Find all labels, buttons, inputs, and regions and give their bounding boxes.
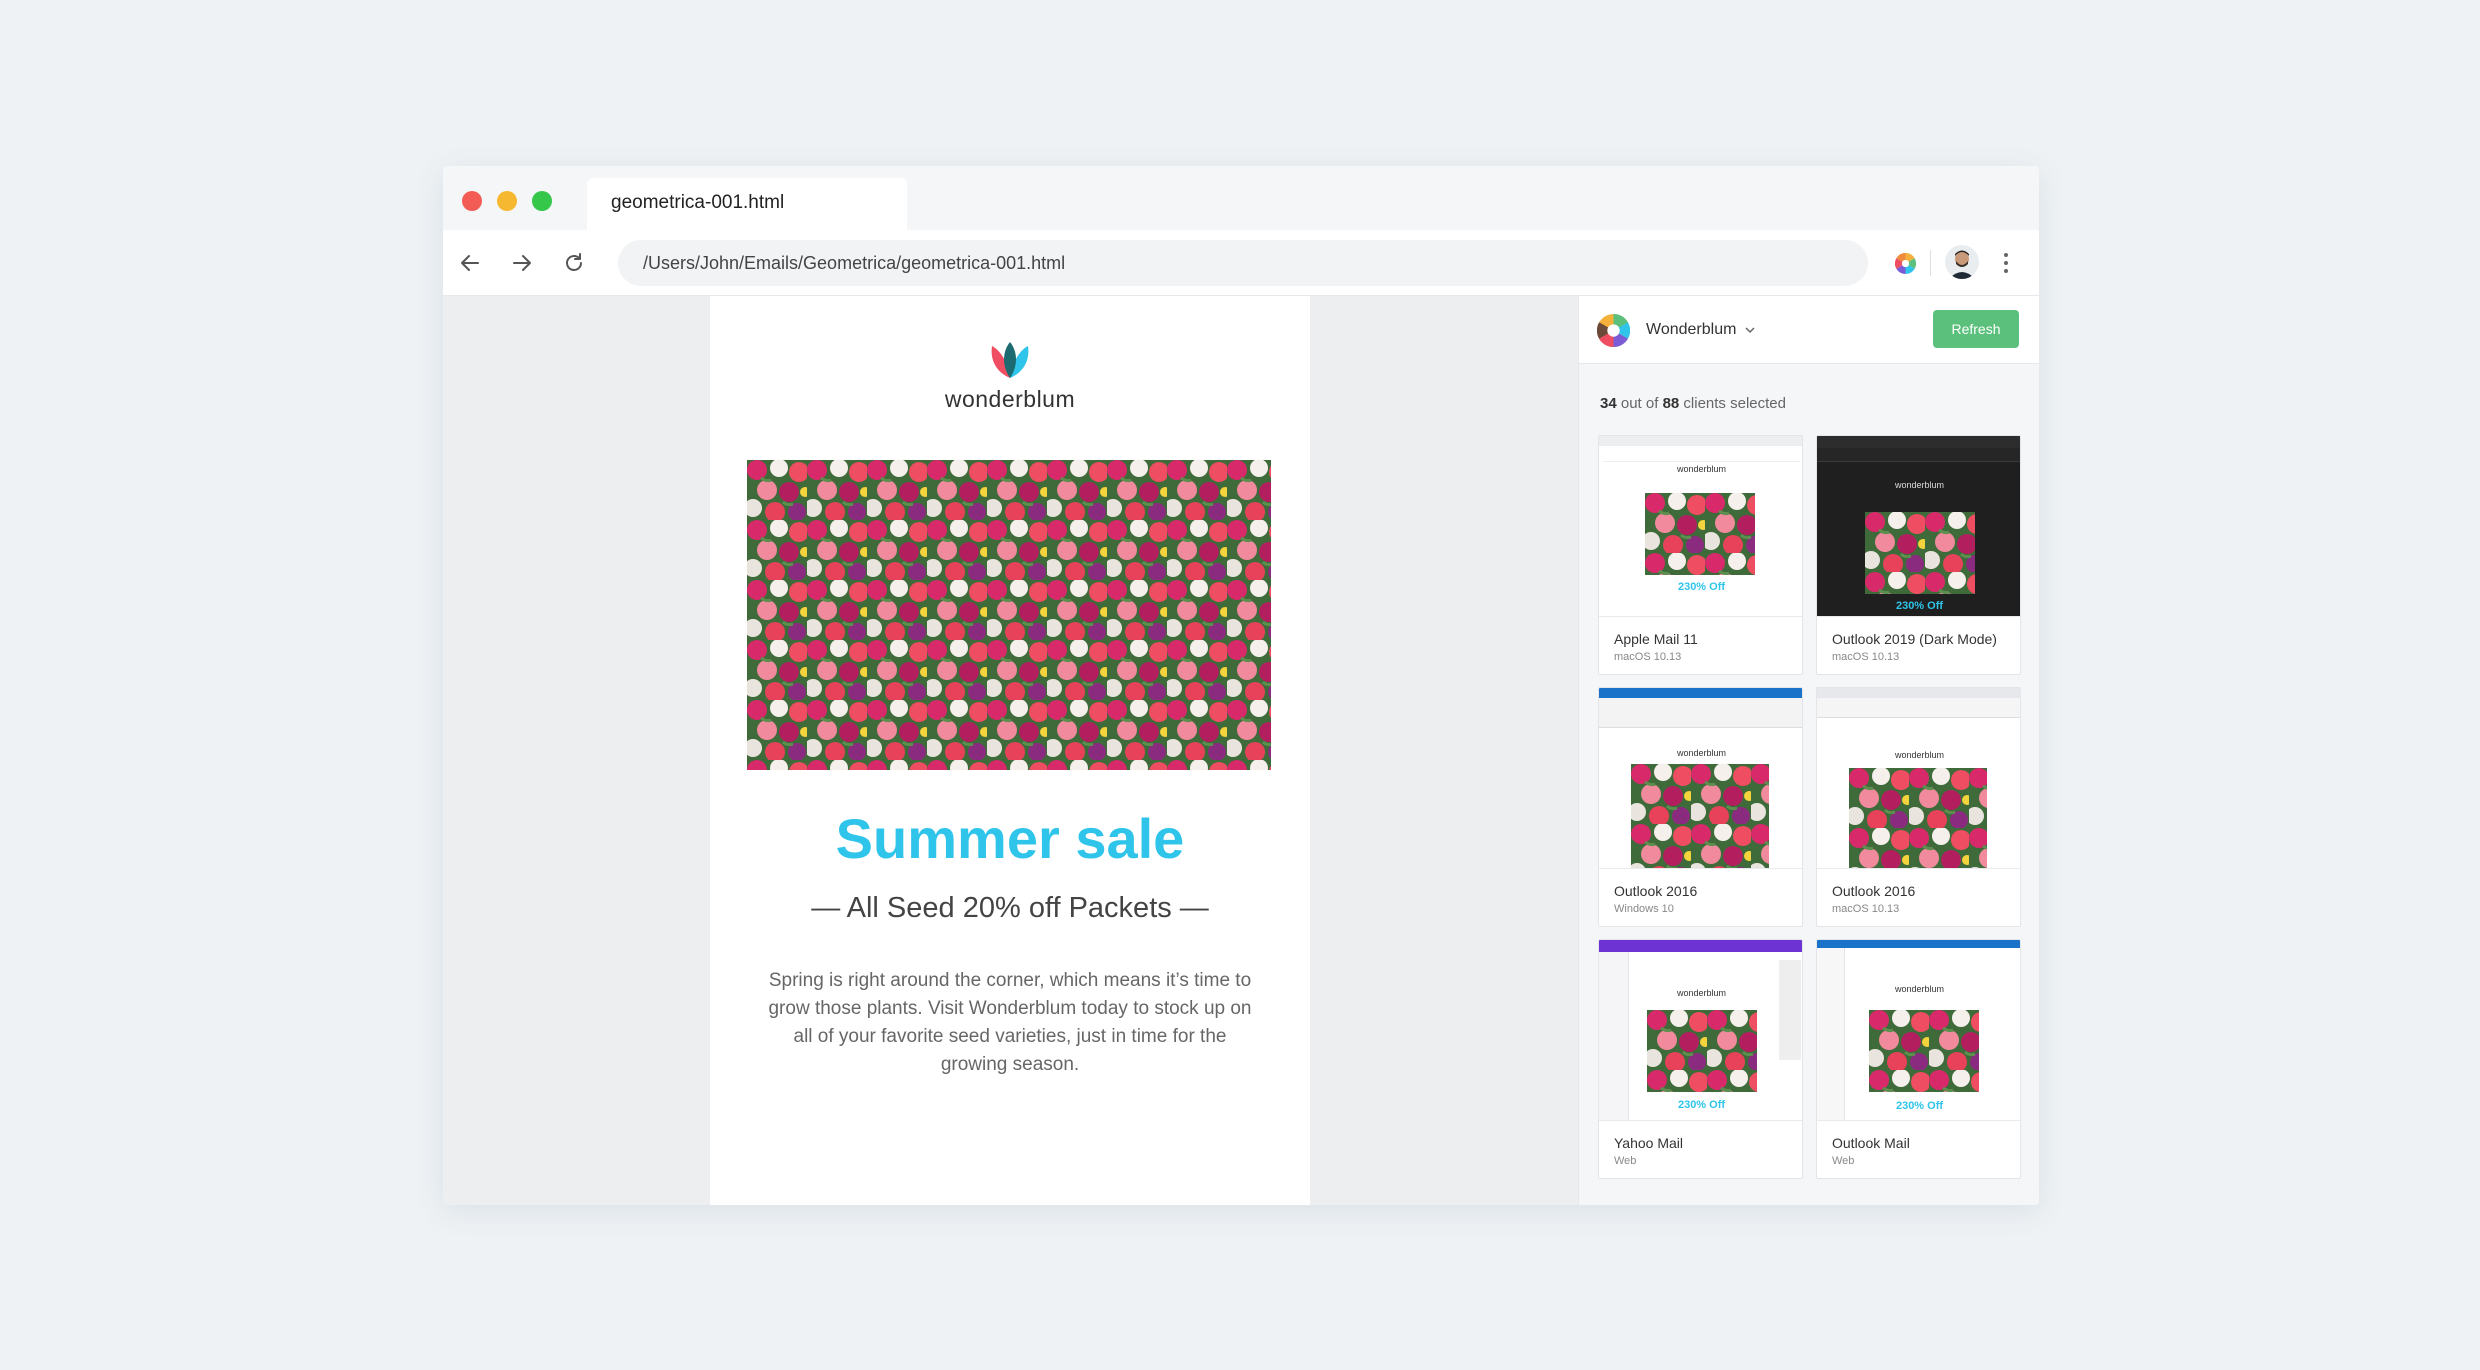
refresh-button[interactable]: Refresh	[1933, 310, 2019, 348]
back-button[interactable]	[455, 248, 485, 278]
client-name: Outlook Mail	[1832, 1135, 1910, 1151]
user-avatar-icon	[1949, 250, 1975, 279]
arrow-left-icon	[461, 255, 479, 271]
close-window-button[interactable]	[462, 191, 482, 211]
reload-button[interactable]	[559, 248, 589, 278]
clients-selected-count: 34 out of 88 clients selected	[1600, 395, 1786, 412]
client-card-outlook-2019-dark[interactable]: wonderblum 230% Off Outlook 2019 (Dark M…	[1816, 435, 2021, 675]
client-os: macOS 10.13	[1832, 651, 1900, 663]
client-screenshot: wonderblum 230% Off	[1817, 436, 2020, 617]
client-screenshot: wonderblum	[1817, 688, 2020, 869]
client-screenshot: wonderblum 230% Off	[1599, 940, 1802, 1121]
count-mid-text: out of	[1616, 395, 1663, 412]
client-os: Web	[1832, 1155, 1855, 1167]
client-screenshot: wonderblum 230% Off	[1599, 436, 1802, 617]
mini-hero-image	[1631, 764, 1769, 868]
chevron-down-icon[interactable]	[1744, 325, 1756, 335]
client-card-outlook-2016-windows[interactable]: wonderblum Outlook 2016 Windows 10	[1598, 687, 1803, 927]
mini-brand: wonderblum	[1676, 988, 1727, 998]
maximize-window-button[interactable]	[532, 191, 552, 211]
mini-hero-image	[1865, 512, 1975, 594]
workspace-logo-icon	[1597, 314, 1630, 347]
avatar[interactable]	[1945, 245, 1979, 279]
mini-brand: wonderblum	[1676, 748, 1727, 758]
mini-hero-image	[1869, 1010, 1979, 1092]
browser-window: geometrica-001.html /Users/John/Emails/G…	[443, 166, 2039, 1205]
more-menu-icon[interactable]	[1996, 248, 2016, 278]
client-screenshot: wonderblum	[1599, 688, 1802, 869]
address-bar[interactable]: /Users/John/Emails/Geometrica/geometrica…	[618, 240, 1868, 286]
client-name: Yahoo Mail	[1614, 1135, 1684, 1151]
mini-hero-image	[1645, 493, 1755, 575]
mini-offer: 230% Off	[1677, 581, 1726, 593]
title-bar: geometrica-001.html	[443, 166, 2039, 230]
client-card-apple-mail[interactable]: wonderblum 230% Off Apple Mail 11 macOS …	[1598, 435, 1803, 675]
panel-header: Wonderblum Refresh	[1579, 296, 2039, 364]
client-card-outlook-2016-mac[interactable]: wonderblum Outlook 2016 macOS 10.13	[1816, 687, 2021, 927]
mini-offer: 230% Off	[1677, 1099, 1726, 1111]
toolbar-divider	[1930, 250, 1931, 276]
tab-title: geometrica-001.html	[611, 192, 785, 213]
mini-offer: 230% Off	[1895, 1100, 1944, 1112]
client-card-outlook-web[interactable]: wonderblum 230% Off Outlook Mail Web	[1816, 939, 2021, 1179]
subheadline: — All Seed 20% off Packets —	[811, 892, 1209, 924]
forward-button[interactable]	[507, 248, 537, 278]
client-os: macOS 10.13	[1832, 903, 1900, 915]
client-name: Outlook 2016	[1614, 883, 1698, 899]
mini-offer: 230% Off	[1895, 600, 1944, 612]
client-os: Web	[1614, 1155, 1637, 1167]
minimize-window-button[interactable]	[497, 191, 517, 211]
tulip-logo-icon	[991, 342, 1029, 378]
mini-hero-image	[1849, 768, 1987, 868]
address-url: /Users/John/Emails/Geometrica/geometrica…	[643, 253, 1066, 273]
brand-logo: wonderblum	[710, 340, 1310, 413]
mini-hero-image	[1647, 1010, 1757, 1092]
extension-icon[interactable]	[1895, 253, 1916, 274]
client-name: Outlook 2019 (Dark Mode)	[1832, 631, 1997, 647]
headline: Summer sale	[835, 807, 1185, 870]
client-name: Outlook 2016	[1832, 883, 1916, 899]
body-text: Spring is right around the corner, which…	[768, 970, 1252, 1075]
selected-count: 34	[1600, 395, 1617, 412]
email-preview: wonderblum Summer sale — All Seed 20% of…	[710, 296, 1310, 1205]
client-os: macOS 10.13	[1614, 651, 1682, 663]
mini-brand: wonderblum	[1676, 464, 1727, 474]
mini-brand: wonderblum	[1894, 750, 1945, 760]
browser-toolbar: /Users/John/Emails/Geometrica/geometrica…	[443, 230, 2039, 296]
workspace-selector[interactable]: Wonderblum	[1646, 321, 1736, 339]
hero-image	[747, 460, 1271, 770]
mini-brand: wonderblum	[1894, 480, 1945, 490]
client-card-yahoo-mail[interactable]: wonderblum 230% Off Yahoo Mail Web	[1598, 939, 1803, 1179]
reload-icon	[566, 253, 582, 271]
client-name: Apple Mail 11	[1614, 631, 1698, 647]
count-suffix-text: clients selected	[1679, 395, 1786, 412]
client-os: Windows 10	[1614, 903, 1674, 915]
total-count: 88	[1662, 395, 1680, 412]
browser-tab[interactable]: geometrica-001.html	[587, 178, 907, 230]
client-screenshot: wonderblum 230% Off	[1817, 940, 2020, 1121]
brand-name: wonderblum	[944, 386, 1076, 412]
page-content: wonderblum Summer sale — All Seed 20% of…	[443, 296, 2039, 1205]
arrow-right-icon	[513, 255, 531, 271]
client-preview-panel: Wonderblum Refresh 34 out of 88 clients …	[1578, 296, 2039, 1205]
mini-brand: wonderblum	[1894, 984, 1945, 994]
